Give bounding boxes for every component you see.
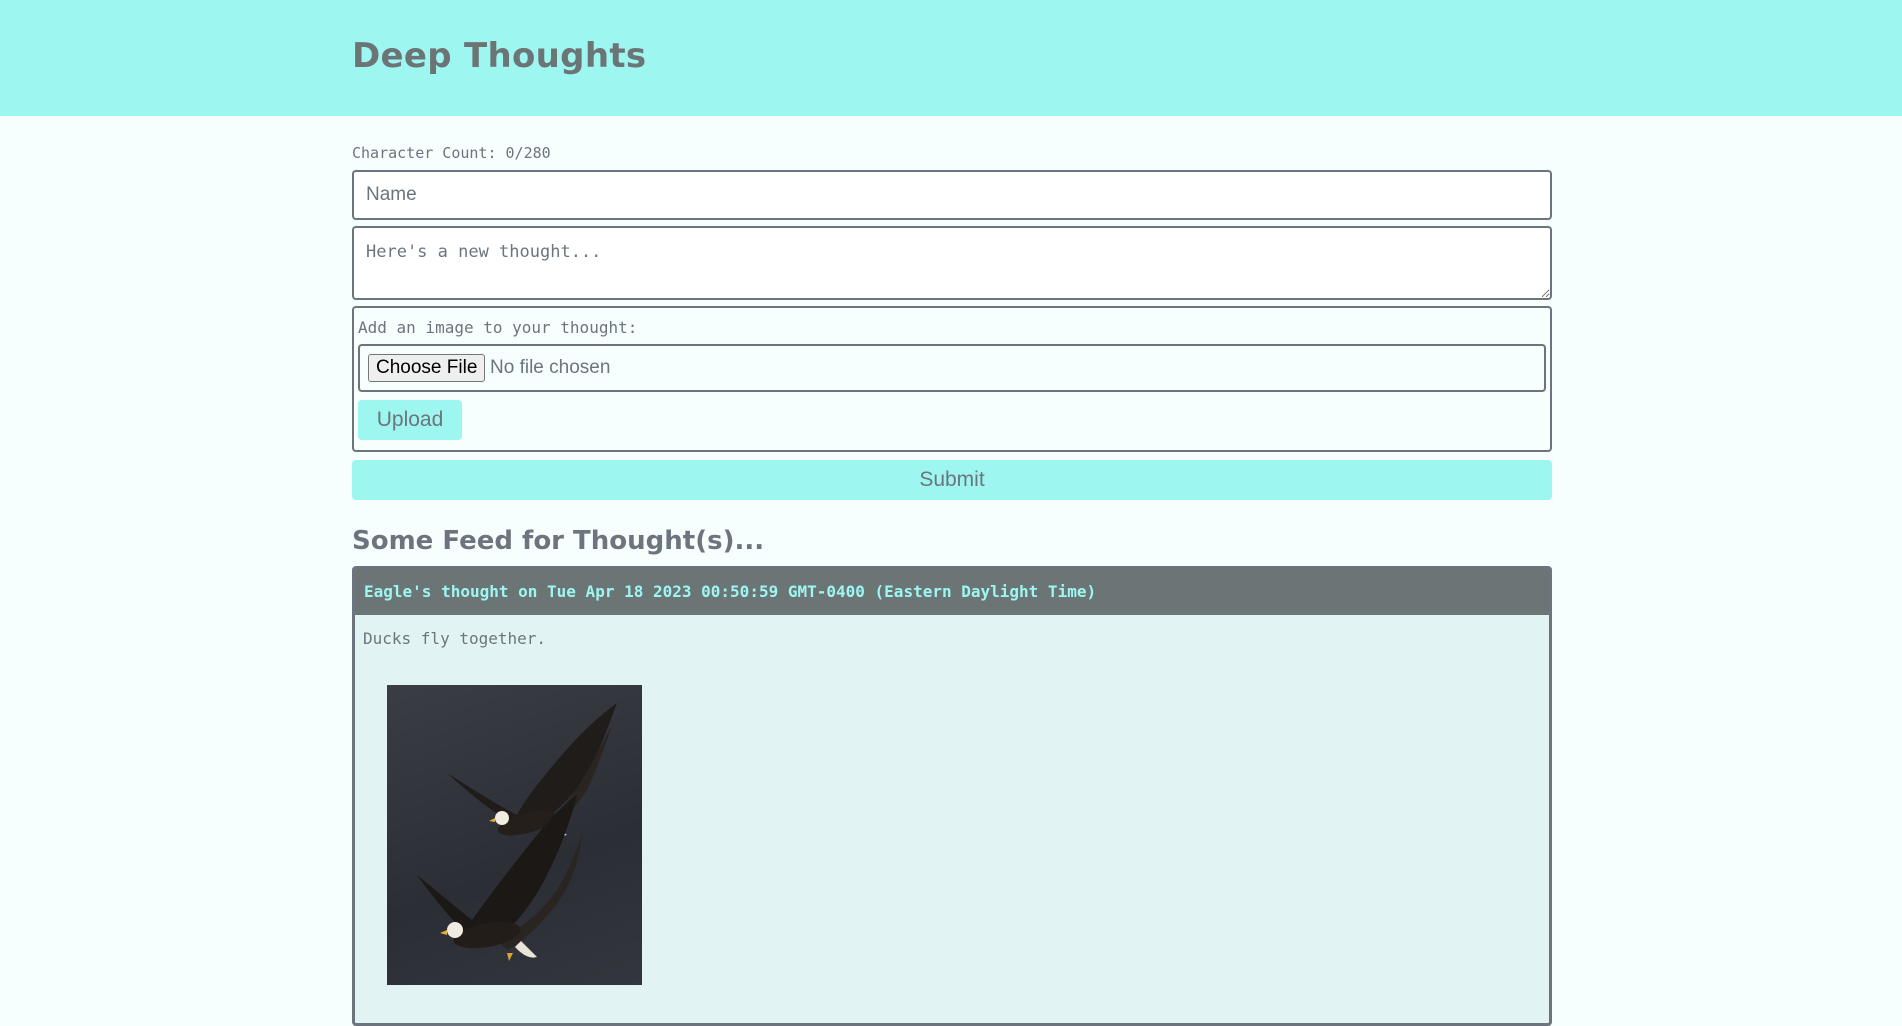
character-count: Character Count: 0/280 (352, 144, 551, 162)
feed-title: Some Feed for Thought(s)... (352, 526, 765, 556)
file-input[interactable]: Choose File No file chosen (358, 344, 1546, 392)
upload-button[interactable]: Upload (358, 400, 462, 440)
thought-header-link[interactable]: Eagle's thought on Tue Apr 18 2023 00:50… (364, 582, 1096, 601)
site-title[interactable]: Deep Thoughts (352, 36, 646, 76)
thought-card-header: Eagle's thought on Tue Apr 18 2023 00:50… (355, 569, 1549, 615)
submit-button[interactable]: Submit (352, 460, 1552, 500)
eagles-photo-icon (417, 703, 617, 961)
choose-file-button[interactable]: Choose File (368, 354, 486, 382)
site-header: Deep Thoughts (0, 0, 1902, 116)
thought-image (387, 685, 642, 985)
thought-textarea[interactable] (352, 226, 1552, 300)
image-upload-label: Add an image to your thought: (358, 318, 638, 337)
no-file-chosen-text: No file chosen (490, 357, 611, 378)
name-input[interactable] (352, 170, 1552, 220)
thought-card: Eagle's thought on Tue Apr 18 2023 00:50… (352, 566, 1552, 1026)
thought-body-text: Ducks fly together. (363, 629, 547, 648)
image-upload-section: Add an image to your thought: Choose Fil… (352, 306, 1552, 452)
